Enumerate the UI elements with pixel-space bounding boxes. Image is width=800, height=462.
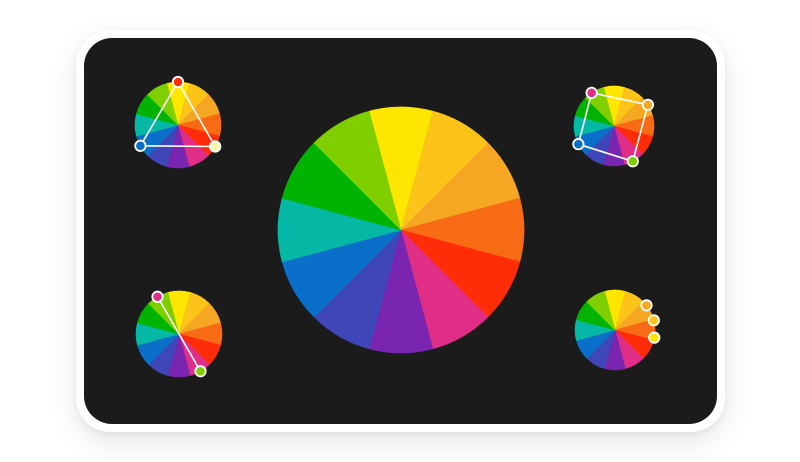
color-marker-handle[interactable] <box>648 331 661 344</box>
complementary-wheel <box>135 290 223 378</box>
analogous-wheel <box>574 289 661 371</box>
color-marker-handle[interactable] <box>640 299 653 312</box>
color-marker-handle[interactable] <box>209 140 222 153</box>
color-marker-handle[interactable] <box>641 98 655 111</box>
color-marker-handle[interactable] <box>647 314 660 327</box>
illustration-canvas <box>0 0 800 462</box>
color-wheels-artwork <box>134 75 661 378</box>
main-color-wheel <box>277 106 525 354</box>
triadic-wheel <box>134 75 222 169</box>
color-marker-handle[interactable] <box>572 138 585 151</box>
color-marker-handle[interactable] <box>134 139 147 152</box>
color-marker-handle[interactable] <box>585 86 598 99</box>
color-marker-handle[interactable] <box>626 155 639 168</box>
color-marker-handle[interactable] <box>151 290 164 303</box>
tetradic-wheel <box>572 85 655 168</box>
color-marker-handle[interactable] <box>194 365 207 378</box>
color-marker-handle[interactable] <box>171 75 185 89</box>
device-screen <box>84 38 717 424</box>
